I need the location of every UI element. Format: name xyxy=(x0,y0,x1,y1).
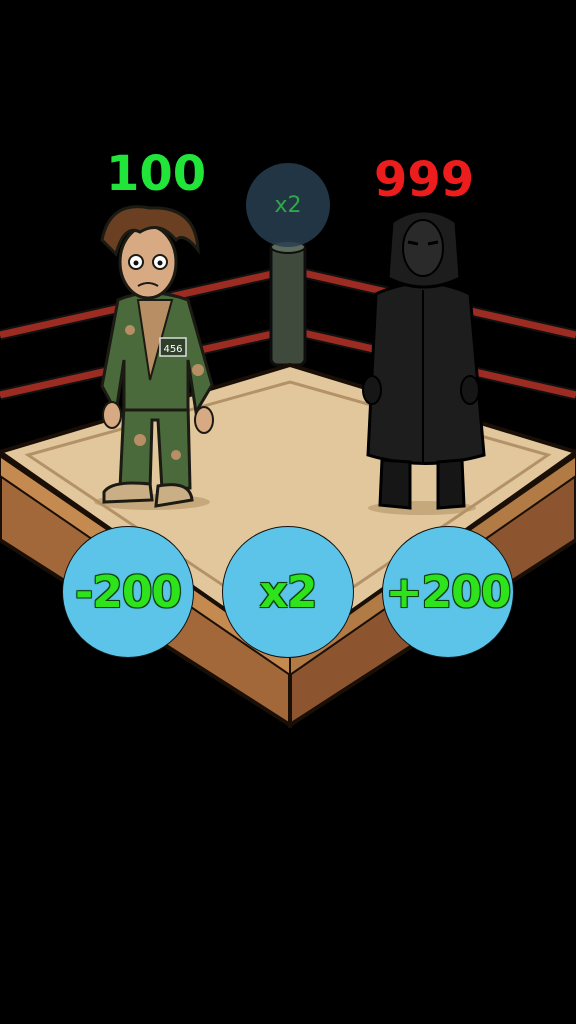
choice-x2-button[interactable]: x2 xyxy=(222,526,354,658)
boxing-ring-scene: 456 xyxy=(0,205,576,729)
pending-multiplier-label: x2 xyxy=(274,192,302,218)
corner-post xyxy=(269,240,307,367)
pending-multiplier-bubble: x2 xyxy=(246,163,330,247)
choice-minus-200-button[interactable]: -200 xyxy=(62,526,194,658)
enemy-score: 999 xyxy=(374,152,475,208)
choice-plus-200-button[interactable]: +200 xyxy=(382,526,514,658)
player-score: 100 xyxy=(106,146,207,202)
player-number-badge: 456 xyxy=(163,344,182,355)
